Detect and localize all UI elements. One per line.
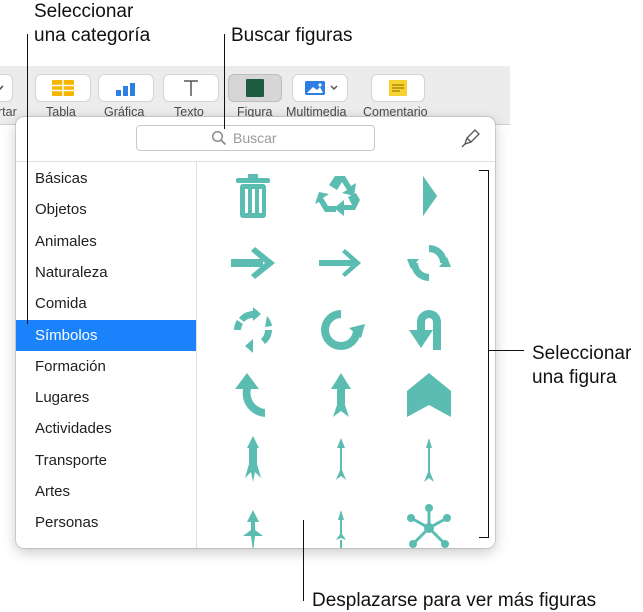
partial-button[interactable]	[0, 75, 12, 101]
search-icon	[211, 130, 227, 146]
text-button[interactable]	[164, 75, 218, 101]
category-item[interactable]: Actividades	[16, 413, 196, 444]
category-item[interactable]: Artes	[16, 476, 196, 507]
shape-bracket-top	[479, 170, 489, 171]
curved-up-arrow-icon[interactable]	[227, 369, 279, 421]
category-item[interactable]: Objetos	[16, 194, 196, 225]
trash-icon[interactable]	[227, 170, 279, 222]
chart-icon	[116, 83, 135, 96]
comment-icon	[389, 80, 407, 96]
chevron-arrow-icon[interactable]	[403, 170, 455, 222]
scroll-callout: Desplazarse para ver más figuras	[312, 590, 597, 611]
category-item[interactable]: Animales	[16, 226, 196, 257]
partial-label: rtar	[0, 105, 17, 119]
u-turn-arrow-icon[interactable]	[403, 304, 455, 356]
shapes-popover: Buscar Básicas Objetos Animales Naturaleza C…	[16, 117, 495, 548]
search-callout-line	[224, 34, 225, 129]
category-item[interactable]: Trabajo	[16, 539, 196, 548]
thin-arrow-right-icon[interactable]	[315, 237, 367, 289]
shape-bracket-line	[488, 170, 489, 538]
shape-icon	[246, 79, 264, 97]
clockwise-arrow-icon[interactable]	[315, 304, 367, 356]
category-callout-line2: una categoría	[34, 25, 151, 46]
shape-button[interactable]	[229, 75, 281, 101]
media-button[interactable]	[293, 75, 347, 101]
category-item[interactable]: Personas	[16, 507, 196, 538]
category-item[interactable]: Lugares	[16, 382, 196, 413]
four-arrow-circle-icon[interactable]	[227, 304, 279, 356]
arrow-partial-2-icon[interactable]	[315, 500, 367, 548]
thin-arrow-icon[interactable]	[403, 434, 455, 486]
search-placeholder: Buscar	[233, 130, 277, 146]
fletched-arrow-up-icon[interactable]	[315, 369, 367, 421]
category-item[interactable]: Comida	[16, 288, 196, 319]
thin-fletched-arrow-icon[interactable]	[315, 434, 367, 486]
search-input[interactable]: Buscar	[136, 125, 375, 151]
media-icon	[305, 81, 338, 95]
circular-arrows-icon[interactable]	[403, 237, 455, 289]
shape-callout-line2: una figura	[532, 367, 617, 388]
recycle-icon[interactable]	[315, 170, 367, 222]
home-arrow-icon[interactable]	[403, 369, 455, 421]
thick-arrow-right-icon[interactable]	[227, 237, 279, 289]
shape-callout-line1: Seleccionar	[532, 343, 632, 364]
shape-callout-line	[488, 350, 524, 351]
category-callout-line1: Seleccionar	[34, 1, 134, 22]
shape-bracket-bottom	[479, 537, 489, 538]
category-item[interactable]: Básicas	[16, 163, 196, 194]
category-item[interactable]: Transporte	[16, 445, 196, 476]
search-callout: Buscar figuras	[231, 25, 353, 46]
rocket-arrow-icon[interactable]	[227, 434, 279, 486]
table-button[interactable]	[36, 75, 90, 101]
category-callout-line	[27, 34, 28, 324]
category-item[interactable]: Naturaleza	[16, 257, 196, 288]
category-item[interactable]: Formación	[16, 351, 196, 382]
chart-button[interactable]	[99, 75, 153, 101]
arrow-partial-icon[interactable]	[227, 500, 279, 548]
snowflake-molecule-icon[interactable]	[403, 500, 455, 548]
text-icon	[184, 80, 198, 96]
pen-icon[interactable]	[460, 127, 482, 149]
category-item[interactable]: Símbolos	[16, 319, 196, 351]
scroll-callout-line	[303, 520, 304, 601]
comment-button[interactable]	[372, 75, 424, 101]
table-icon	[52, 80, 74, 96]
shape-grid	[197, 162, 495, 548]
category-list: Básicas Objetos Animales Naturaleza Comida Sí…	[16, 162, 196, 548]
